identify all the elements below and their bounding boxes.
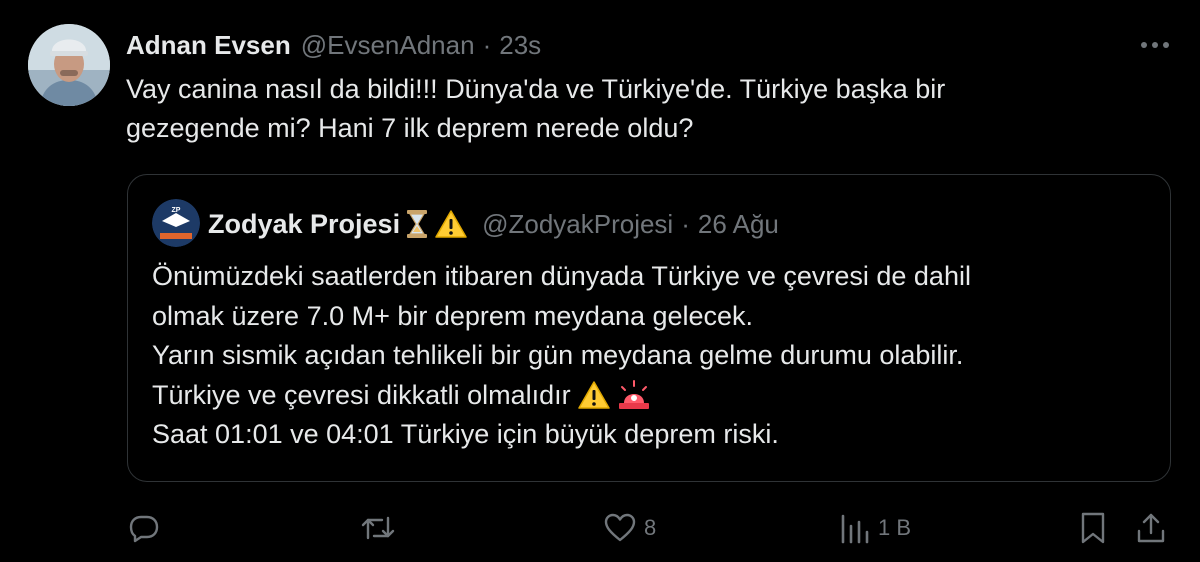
views-button[interactable]: 1 B — [840, 504, 911, 552]
quote-text-line-with-emoji: Türkiye ve çevresi dikkatli olmalıdır — [152, 376, 1152, 416]
tweet-text: Vay canina nasıl da bildi!!! Dünya'da ve… — [126, 70, 1166, 148]
tweet-text-line: Vay canina nasıl da bildi!!! Dünya'da ve… — [126, 74, 946, 104]
quote-text-line: olmak üzere 7.0 M+ bir deprem meydana ge… — [152, 300, 754, 331]
quote-text-line: Önümüzdeki saatlerden itibaren dünyada T… — [152, 261, 971, 291]
quote-author-handle[interactable]: @ZodyakProjesi — [482, 209, 673, 240]
quote-text-line: Saat 01:01 ve 04:01 Türkiye için büyük d… — [152, 419, 779, 449]
like-button[interactable]: 8 — [604, 504, 656, 552]
bookmark-icon — [1081, 512, 1105, 544]
bookmark-button[interactable] — [1080, 504, 1106, 552]
tweet-time[interactable]: 23s — [499, 30, 541, 61]
quoted-tweet-card[interactable]: ZP Zodyak Projesi @ZodyakProjesi · 26 Ağ… — [127, 174, 1171, 482]
author-avatar[interactable] — [28, 24, 110, 106]
like-count: 8 — [644, 515, 657, 540]
quote-time[interactable]: 26 Ağu — [698, 209, 779, 240]
hourglass-emoji-icon — [404, 209, 430, 239]
reply-button[interactable] — [128, 504, 160, 552]
heart-icon — [604, 513, 636, 542]
police-light-emoji-icon — [617, 379, 651, 411]
views-icon — [841, 514, 869, 544]
quote-separator-dot: · — [681, 208, 690, 239]
separator-dot: · — [482, 29, 492, 60]
share-icon — [1137, 513, 1165, 543]
action-bar: 8 1 B — [0, 504, 1200, 554]
author-name[interactable]: Adnan Evsen — [126, 30, 291, 61]
views-count: 1 B — [878, 515, 912, 540]
author-handle[interactable]: @EvsenAdnan — [301, 30, 475, 61]
warning-emoji-icon — [434, 209, 468, 239]
quote-author-avatar[interactable]: ZP — [152, 199, 200, 247]
quote-avatar-text: ZP — [172, 207, 181, 214]
quote-text: Önümüzdeki saatlerden itibaren dünyada T… — [152, 257, 1152, 455]
quote-author-name[interactable]: Zodyak Projesi — [208, 209, 400, 240]
quote-text-line: Yarın sismik açıdan tehlikeli bir gün me… — [152, 340, 964, 370]
tweet-header: Adnan Evsen @EvsenAdnan · 23s — [126, 28, 541, 62]
quote-text-line: Türkiye ve çevresi dikkatli olmalıdır — [152, 379, 571, 410]
share-button[interactable] — [1136, 504, 1166, 552]
ellipsis-icon — [1141, 42, 1169, 48]
retweet-icon — [361, 516, 395, 540]
tweet-text-line: gezegende mi? Hani 7 ilk deprem nerede o… — [126, 113, 694, 143]
retweet-button[interactable] — [360, 504, 396, 552]
quote-header: Zodyak Projesi @ZodyakProjesi · 26 Ağu — [208, 205, 779, 243]
reply-icon — [129, 515, 159, 543]
more-options-button[interactable] — [1138, 30, 1172, 60]
warning-emoji-icon — [577, 380, 611, 410]
